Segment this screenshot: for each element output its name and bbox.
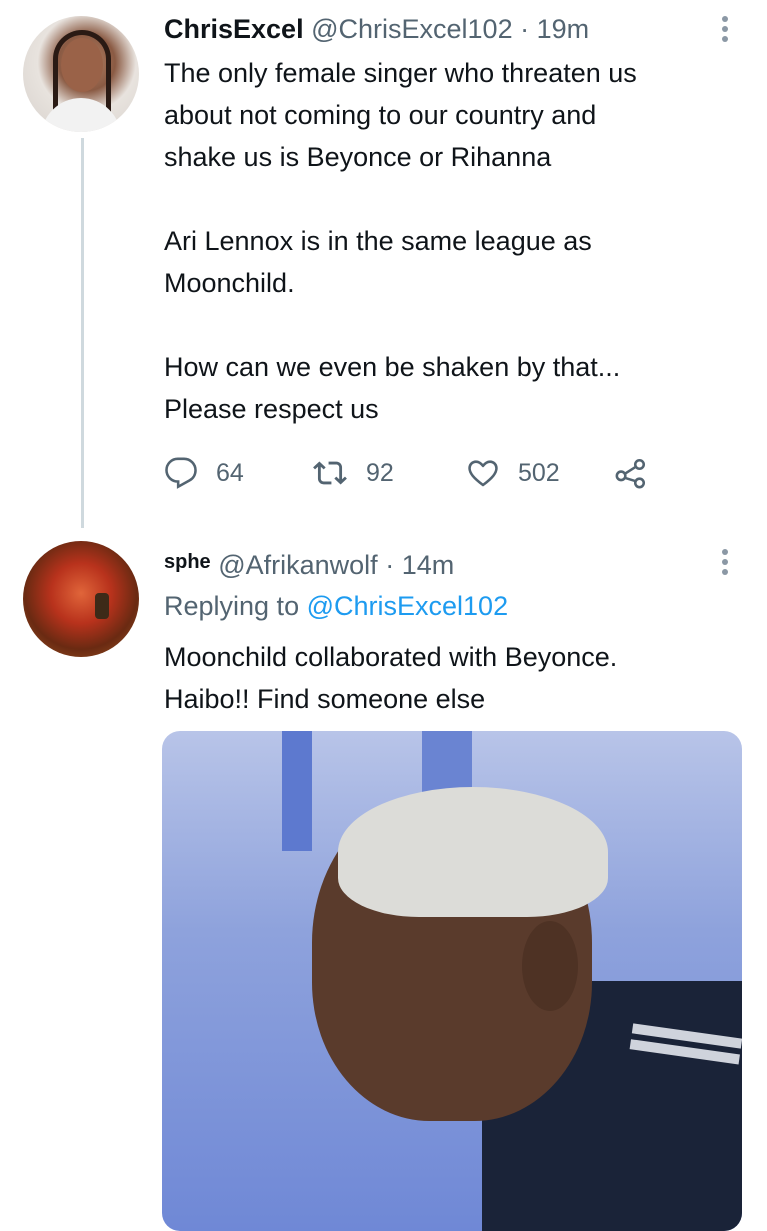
avatar[interactable] [23,541,139,657]
avatar-face [61,38,103,92]
retweet-count: 92 [366,458,394,487]
share-button[interactable] [612,454,650,492]
more-options-icon[interactable] [715,12,735,46]
replying-to-label: Replying to [164,591,300,621]
timestamp[interactable]: 14m [402,550,455,580]
share-icon [615,458,646,489]
tweet-header: ChrisExcel @ChrisExcel102 · 19m [164,13,589,45]
display-name[interactable]: ChrisExcel [164,14,304,44]
retweet-icon [313,461,347,485]
separator: · [385,550,395,580]
avatar[interactable] [23,16,139,132]
like-count: 502 [518,458,560,487]
avatar-figure [95,593,109,619]
user-handle[interactable]: @Afrikanwolf [218,550,377,580]
like-icon [468,460,498,487]
media-background-shape [282,731,312,851]
display-name[interactable]: sphe [164,551,211,573]
reply-icon [165,457,197,489]
reply-count: 64 [216,458,244,487]
retweet-button[interactable]: 92 [312,454,394,492]
tweet-header: sphe @Afrikanwolf · 14m [164,546,454,581]
replying-to: Replying to @ChrisExcel102 [164,585,508,627]
media-ear-shape [522,921,578,1011]
media-hair-shape [338,787,608,917]
timestamp[interactable]: 19m [537,14,590,44]
user-handle[interactable]: @ChrisExcel102 [311,14,513,44]
tweet-media-image[interactable] [162,731,742,1231]
thread-connector-line [81,138,84,528]
replying-to-mention[interactable]: @ChrisExcel102 [307,591,509,621]
reply-button[interactable]: 64 [164,454,244,492]
more-options-icon[interactable] [715,545,735,579]
separator: · [520,14,530,44]
tweet-text: The only female singer who threaten us a… [164,58,637,424]
tweet-text: Moonchild collaborated with Beyonce. Hai… [164,642,618,714]
like-button[interactable]: 502 [466,454,560,492]
